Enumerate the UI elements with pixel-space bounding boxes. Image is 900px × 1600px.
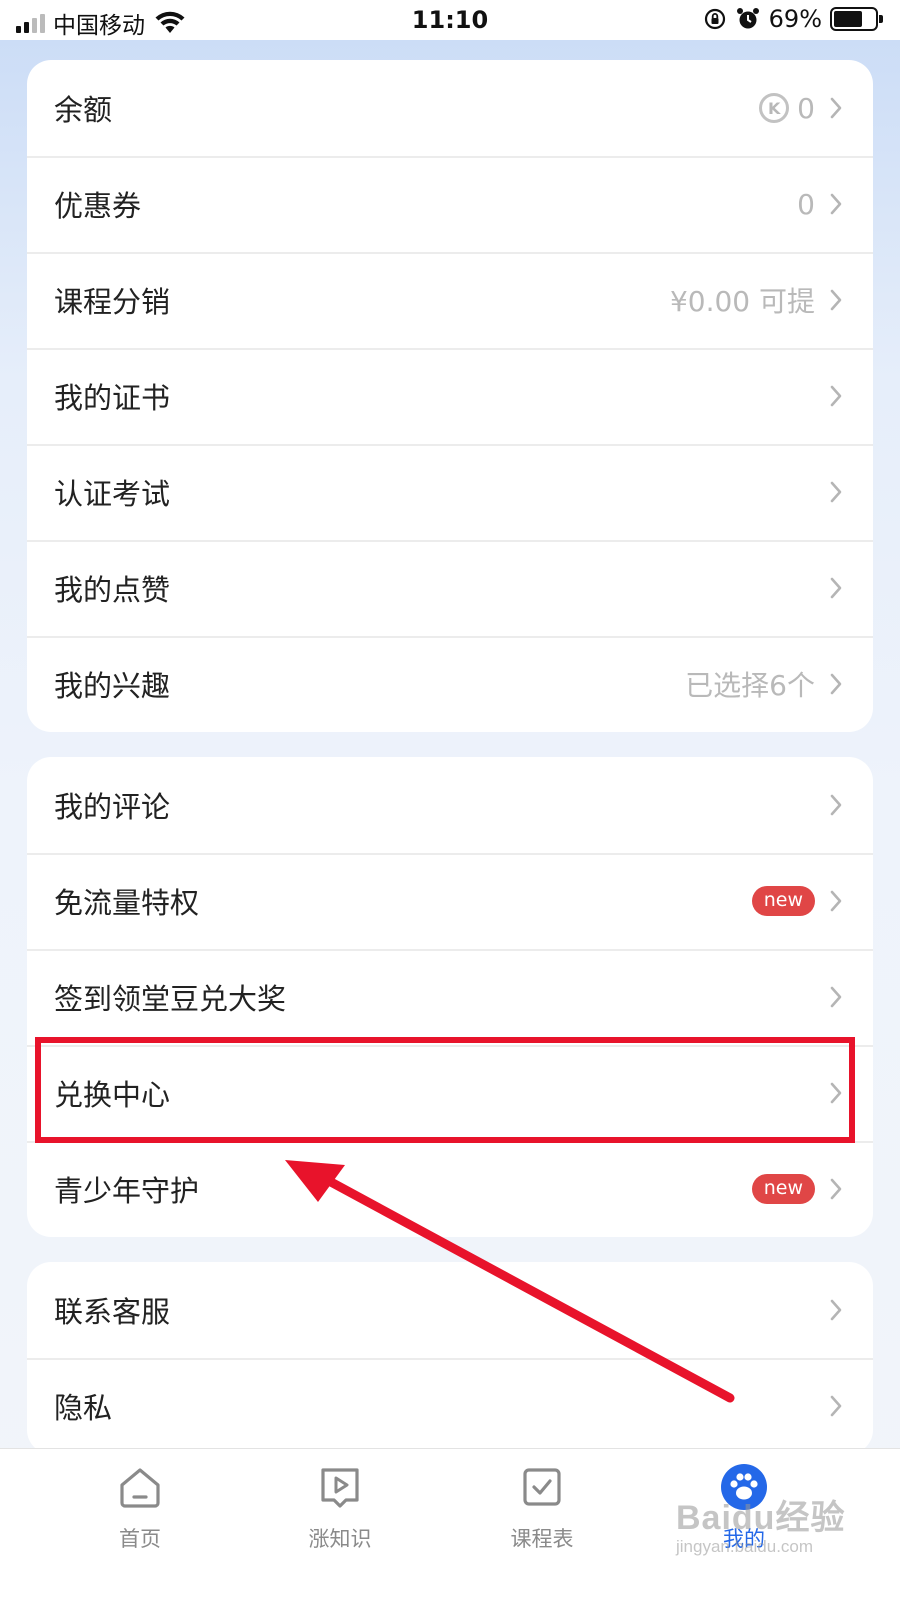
new-badge: new [751, 886, 815, 916]
status-right: 69% [703, 5, 883, 33]
row-coupons[interactable]: 优惠券 0 [27, 156, 873, 252]
row-label: 课程分销 [54, 285, 171, 319]
row-certification-exam[interactable]: 认证考试 [27, 444, 873, 540]
features-card: 我的评论 免流量特权 new 签到领堂豆兑大奖 兑换中心 青少年守护 new [27, 757, 873, 1237]
schedule-icon [523, 1468, 561, 1506]
home-icon [120, 1468, 160, 1508]
row-label: 认证考试 [54, 477, 171, 511]
battery-icon [830, 7, 883, 31]
support-card: 联系客服 隐私 [27, 1262, 873, 1454]
row-value: ¥0.00 可提 [669, 285, 815, 318]
battery-percent: 69% [768, 5, 822, 33]
row-value: K 0 [759, 92, 815, 125]
chevron-right-icon [830, 673, 842, 695]
paw-icon [721, 1464, 767, 1510]
row-label: 青少年守护 [54, 1174, 200, 1208]
tab-label: 我的 [723, 1527, 765, 1551]
row-check-in-rewards[interactable]: 签到领堂豆兑大奖 [27, 949, 873, 1045]
tab-label: 课程表 [510, 1527, 574, 1551]
chevron-right-icon [830, 97, 842, 119]
row-course-distribution[interactable]: 课程分销 ¥0.00 可提 [27, 252, 873, 348]
row-label: 签到领堂豆兑大奖 [54, 982, 287, 1016]
chevron-right-icon [830, 794, 842, 816]
row-label: 我的点赞 [54, 573, 171, 607]
tab-label: 首页 [119, 1527, 161, 1551]
row-label: 我的兴趣 [54, 669, 171, 703]
chevron-right-icon [830, 193, 842, 215]
balance-value: 0 [797, 91, 815, 125]
row-label: 我的证书 [54, 381, 171, 415]
row-balance[interactable]: 余额 K 0 [27, 60, 873, 156]
row-youth-protection[interactable]: 青少年守护 new [27, 1141, 873, 1237]
chevron-right-icon [830, 1395, 842, 1417]
row-my-likes[interactable]: 我的点赞 [27, 540, 873, 636]
row-label: 兑换中心 [54, 1078, 171, 1112]
row-redeem-center[interactable]: 兑换中心 [27, 1045, 873, 1141]
chevron-right-icon [830, 1082, 842, 1104]
row-customer-service[interactable]: 联系客服 [27, 1262, 873, 1358]
tab-home[interactable]: 首页 [70, 1463, 210, 1553]
chevron-right-icon [830, 890, 842, 912]
tab-knowledge[interactable]: 涨知识 [270, 1463, 410, 1553]
new-badge: new [751, 1174, 815, 1204]
row-certificates[interactable]: 我的证书 [27, 348, 873, 444]
play-icon [321, 1468, 359, 1508]
tab-bar: 首页 涨知识 课程表 我的 [0, 1448, 900, 1600]
row-privacy[interactable]: 隐私 [27, 1358, 873, 1454]
chevron-right-icon [830, 1178, 842, 1200]
row-label: 优惠券 [54, 189, 142, 223]
row-free-data[interactable]: 免流量特权 new [27, 853, 873, 949]
orientation-lock-icon [704, 8, 725, 30]
tab-label: 涨知识 [308, 1527, 372, 1551]
row-label: 我的评论 [54, 790, 171, 824]
status-bar: 中国移动 11:10 69% [0, 0, 900, 40]
chevron-right-icon [830, 481, 842, 503]
row-my-interests[interactable]: 我的兴趣 已选择6个 [27, 636, 873, 732]
account-card: 余额 K 0 优惠券 0 课程分销 ¥0.00 可提 我的证书 认证考试 我的点… [27, 60, 873, 732]
chevron-right-icon [830, 385, 842, 407]
chevron-right-icon [830, 289, 842, 311]
row-label: 隐私 [54, 1391, 113, 1425]
row-label: 联系客服 [54, 1295, 171, 1329]
row-label: 免流量特权 [54, 886, 200, 920]
chevron-right-icon [830, 577, 842, 599]
alarm-icon [736, 8, 759, 29]
tab-me[interactable]: 我的 [674, 1463, 814, 1553]
chevron-right-icon [830, 1299, 842, 1321]
row-label: 余额 [54, 93, 113, 127]
row-my-comments[interactable]: 我的评论 [27, 757, 873, 853]
row-value: 0 [797, 187, 815, 221]
tab-schedule[interactable]: 课程表 [472, 1463, 612, 1553]
coin-icon: K [759, 93, 790, 123]
battery-fill [834, 11, 862, 27]
chevron-right-icon [830, 986, 842, 1008]
row-value: 已选择6个 [685, 669, 815, 702]
